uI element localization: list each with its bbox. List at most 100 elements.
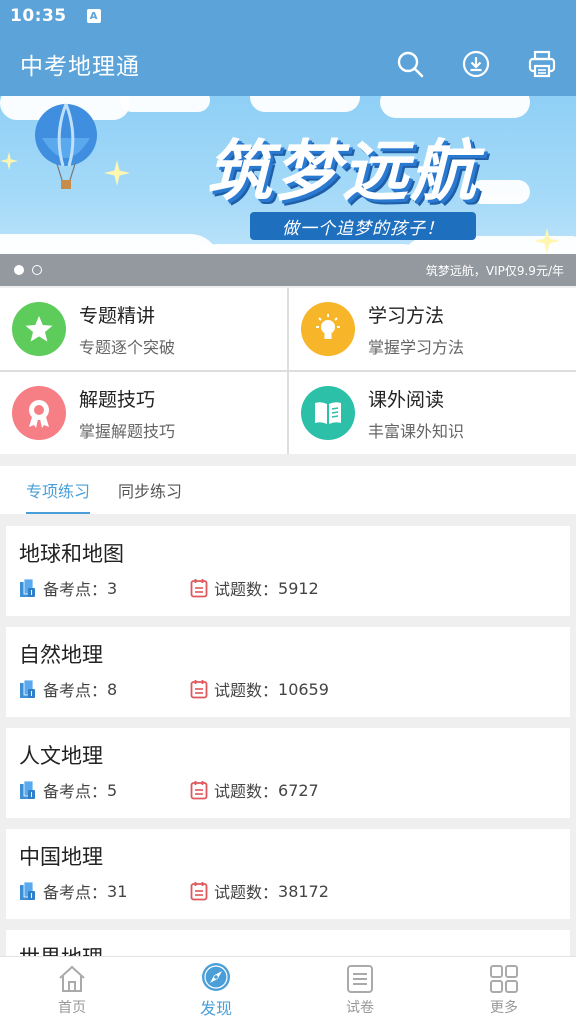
points-stat: 备考点： 3 (19, 576, 190, 600)
feature-icon-circle (301, 302, 355, 356)
topic-name: 人文地理 (19, 744, 103, 768)
calendar-icon (190, 680, 208, 699)
topic-meta: 备考点： 5 试题数： 6727 (19, 778, 557, 802)
points-label: 备考点： (43, 580, 108, 599)
questions-label: 试题数： (214, 681, 279, 700)
sparkle-icon (104, 160, 130, 186)
topic-card[interactable]: 人文地理 备考点： 5 试题数： 6727 (6, 728, 570, 818)
carousel-dot-active[interactable] (14, 265, 24, 275)
download-icon (462, 50, 490, 78)
nav-label: 发现 (199, 999, 232, 1018)
nav-label: 首页 (58, 1000, 86, 1016)
cloud-decoration (380, 96, 530, 118)
status-bar: 10:35 A (0, 0, 576, 32)
promo-banner[interactable]: 筑梦远航 做一个追梦的孩子！ 筑梦远航，VIP仅9.9元/年 (0, 96, 576, 286)
topic-meta: 备考点： 8 试题数： 10659 (19, 677, 557, 701)
book-stack-icon (20, 780, 35, 799)
cloud-decoration (250, 96, 360, 112)
calendar-icon (190, 882, 208, 901)
banner-slogan: 做一个追梦的孩子！ (250, 212, 476, 240)
sparkle-icon (0, 152, 18, 170)
app-title: 中考地理通 (20, 54, 140, 80)
points-stat: 备考点： 5 (19, 778, 190, 802)
search-button[interactable] (392, 46, 428, 82)
feature-grid: 专题精讲 专题逐个突破 学习方法 掌握学习方法 解题技巧 掌握解题技巧 课外阅读… (0, 288, 576, 454)
nav-home[interactable]: 首页 (0, 957, 144, 1024)
carousel-dot[interactable] (32, 265, 42, 275)
questions-label: 试题数： (214, 883, 279, 902)
feature-icon-circle (301, 386, 355, 440)
topic-meta: 备考点： 3 试题数： 5912 (19, 576, 557, 600)
app-bar: 中考地理通 (0, 32, 576, 96)
calendar-icon (190, 781, 208, 800)
topic-name: 世界地理 (19, 942, 557, 956)
compass-icon (202, 963, 230, 991)
topic-meta: 备考点： 31 试题数： 38172 (19, 879, 557, 903)
feature-topic-lectures[interactable]: 专题精讲 专题逐个突破 (0, 288, 287, 370)
feature-icon-circle (12, 302, 66, 356)
questions-value: 10659 (278, 679, 329, 699)
topic-name: 中国地理 (19, 845, 103, 869)
questions-stat: 试题数： 10659 (190, 677, 329, 701)
points-value: 3 (107, 578, 118, 598)
print-icon (528, 50, 556, 78)
grid-icon (490, 965, 518, 993)
topic-name: 地球和地图 (19, 542, 124, 566)
points-label: 备考点： (43, 883, 108, 902)
questions-value: 5912 (278, 578, 319, 598)
nav-more[interactable]: 更多 (432, 957, 576, 1024)
questions-value: 6727 (278, 780, 319, 800)
status-time: 10:35 (10, 6, 67, 26)
book-stack-icon (20, 881, 35, 900)
banner-headline: 筑梦远航 (206, 133, 478, 210)
points-value: 8 (107, 679, 118, 699)
nav-label: 试卷 (346, 1000, 374, 1016)
topic-list: 地球和地图 备考点： 3 试题数： 5912 自然地理 备考点： 8 试题数： 10659 人文地理… (6, 526, 570, 956)
points-label: 备考点： (43, 782, 108, 801)
topic-card[interactable]: 地球和地图 备考点： 3 试题数： 5912 (6, 526, 570, 616)
feature-extra-reading[interactable]: 课外阅读 丰富课外知识 (289, 372, 576, 454)
topic-card[interactable]: 中国地理 备考点： 31 试题数： 38172 (6, 829, 570, 919)
home-icon (59, 965, 85, 992)
questions-label: 试题数： (214, 580, 279, 599)
points-stat: 备考点： 31 (19, 879, 190, 903)
banner-footer: 筑梦远航，VIP仅9.9元/年 (0, 254, 576, 286)
feature-title: 专题精讲 (79, 304, 156, 327)
feature-icon-circle (12, 386, 66, 440)
feature-subtitle: 专题逐个突破 (79, 337, 176, 357)
feature-study-methods[interactable]: 学习方法 掌握学习方法 (289, 288, 576, 370)
download-button[interactable] (458, 46, 494, 82)
topic-card[interactable]: 自然地理 备考点： 8 试题数： 10659 (6, 627, 570, 717)
tab-special-practice[interactable]: 专项练习 (26, 466, 91, 514)
questions-value: 38172 (278, 881, 329, 901)
topic-name: 自然地理 (19, 643, 103, 667)
feature-title: 解题技巧 (79, 388, 156, 411)
points-value: 5 (107, 780, 118, 800)
feature-title: 学习方法 (368, 304, 445, 327)
star-icon (25, 316, 53, 342)
questions-stat: 试题数： 5912 (190, 576, 319, 600)
feature-solving-tips[interactable]: 解题技巧 掌握解题技巧 (0, 372, 287, 454)
tab-sync-practice[interactable]: 同步练习 (118, 466, 182, 514)
feature-subtitle: 丰富课外知识 (368, 421, 465, 441)
carousel-indicator[interactable] (14, 265, 50, 275)
cloud-decoration (470, 180, 530, 204)
app-screen: 10:35 A 中考地理通 筑梦远航 做一个追梦的孩子！ 筑梦远航，VIP仅9.… (0, 0, 576, 1024)
practice-tabs: 专项练习 同步练习 (0, 466, 576, 514)
notification-icon: A (86, 9, 101, 23)
book-stack-icon (20, 679, 35, 698)
points-stat: 备考点： 8 (19, 677, 190, 701)
badge-icon (29, 400, 49, 428)
nav-papers[interactable]: 试卷 (288, 957, 432, 1024)
feature-subtitle: 掌握学习方法 (368, 337, 465, 357)
print-button[interactable] (524, 46, 560, 82)
calendar-icon (190, 579, 208, 598)
feature-subtitle: 掌握解题技巧 (79, 421, 176, 441)
topic-card[interactable]: 世界地理备考点：试题数： (6, 930, 570, 956)
questions-stat: 试题数： 6727 (190, 778, 319, 802)
nav-label: 更多 (490, 1000, 518, 1016)
hot-air-balloon-icon (35, 103, 97, 189)
questions-stat: 试题数： 38172 (190, 879, 329, 903)
nav-discover[interactable]: 发现 (144, 957, 288, 1024)
book-stack-icon (20, 578, 35, 597)
